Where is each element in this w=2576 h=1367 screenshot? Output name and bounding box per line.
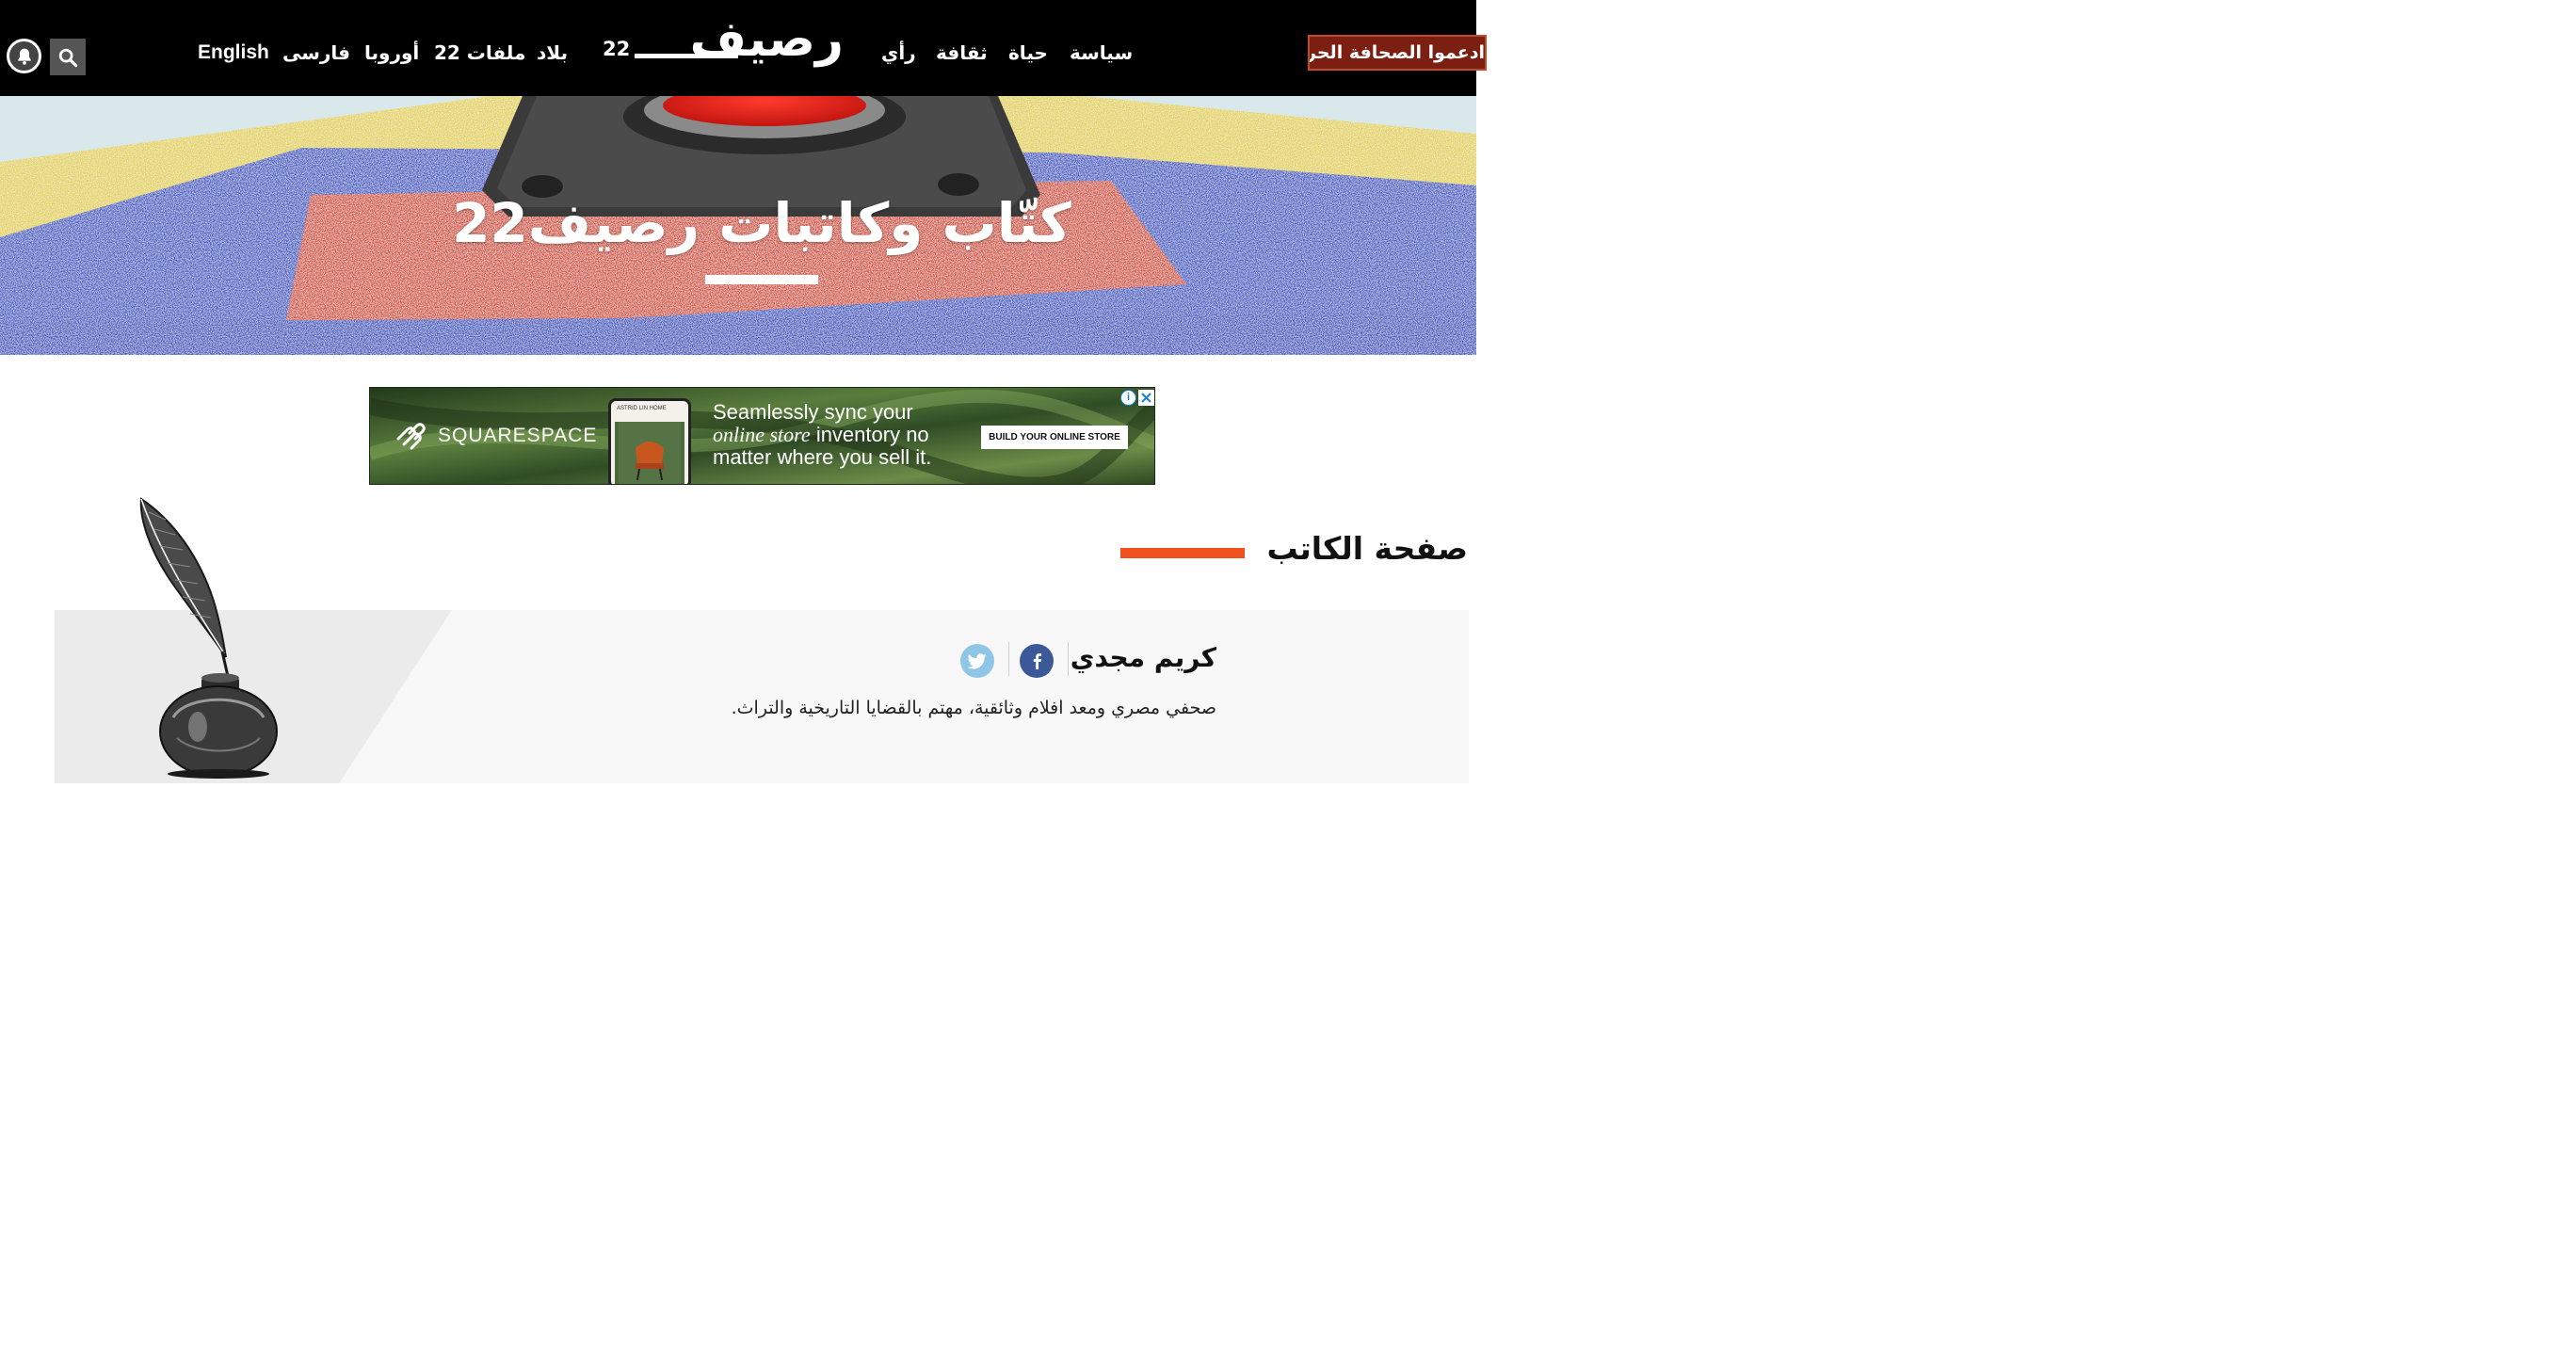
nav-opinion[interactable]: رأي (881, 38, 916, 68)
icon-divider (1008, 642, 1009, 676)
ad-brand-name: SQUARESPACE (438, 425, 598, 446)
quill-inkwell-illustration (139, 497, 278, 779)
logo-underline (635, 54, 738, 58)
section-title: صفحة الكاتب (1266, 530, 1468, 567)
bell-icon (17, 48, 31, 65)
author-name: كريم مجدي (1070, 642, 1216, 673)
nav-life[interactable]: حياة (1008, 38, 1048, 68)
hero-title-underline (705, 275, 818, 284)
chair-image (615, 422, 684, 484)
close-icon (1141, 393, 1151, 403)
nav-culture[interactable]: ثقافة (936, 38, 988, 68)
ad-phone-mockup: ASTRID LIN HOME (608, 398, 691, 484)
section-title-accent (1120, 548, 1245, 558)
ad-close-button[interactable] (1138, 390, 1154, 406)
twitter-icon (968, 652, 987, 668)
nav-files22[interactable]: ملفات 22 (434, 38, 525, 68)
squarespace-logo-icon (396, 423, 426, 450)
logo-wordmark: رصيف (689, 11, 845, 68)
site-logo[interactable]: رصيف 22 (599, 6, 845, 81)
ad-headline-italic: online store (713, 423, 811, 446)
ad-brand: SQUARESPACE (394, 422, 597, 450)
nav-english[interactable]: English (198, 38, 269, 68)
ad-cta-button[interactable]: BUILD YOUR ONLINE STORE (981, 426, 1128, 449)
facebook-icon (1033, 653, 1042, 669)
hero-banner: كتّاب وكاتبات رصيف22 (0, 96, 1476, 355)
nav-politics[interactable]: سياسة (1070, 38, 1133, 68)
ad-headline: Seamlessly sync your online store invent… (713, 401, 967, 469)
nav-europe[interactable]: أوروبا (364, 38, 419, 68)
info-icon[interactable]: i (1120, 390, 1136, 406)
hero-title: كتّاب وكاتبات رصيف22 (452, 191, 1071, 255)
ad-phone-header: ASTRID LIN HOME (617, 406, 667, 411)
search-icon (58, 48, 78, 67)
search-button[interactable] (50, 39, 86, 75)
facebook-share-button[interactable] (1020, 644, 1054, 678)
nav-countries[interactable]: بلاد (537, 38, 568, 68)
support-free-press-button[interactable]: ادعموا الصحافة الحرة (1308, 35, 1487, 71)
site-header: English فارسی أوروبا ملفات 22 بلاد رصيف … (0, 0, 1487, 96)
ad-headline-part1: Seamlessly sync your (713, 400, 913, 424)
nav-farsi[interactable]: فارسی (282, 38, 350, 68)
advertisement-banner[interactable]: SQUARESPACE ASTRID LIN HOME Seamlessly s… (369, 387, 1155, 485)
notifications-button[interactable] (7, 39, 41, 73)
name-divider (1068, 642, 1069, 676)
ad-phone-product-image (615, 422, 684, 484)
twitter-share-button[interactable] (960, 644, 994, 678)
logo-number: 22 (603, 38, 631, 60)
author-bio: صحفي مصري ومعد افلام وثائقية، مهتم بالقض… (731, 698, 1216, 718)
